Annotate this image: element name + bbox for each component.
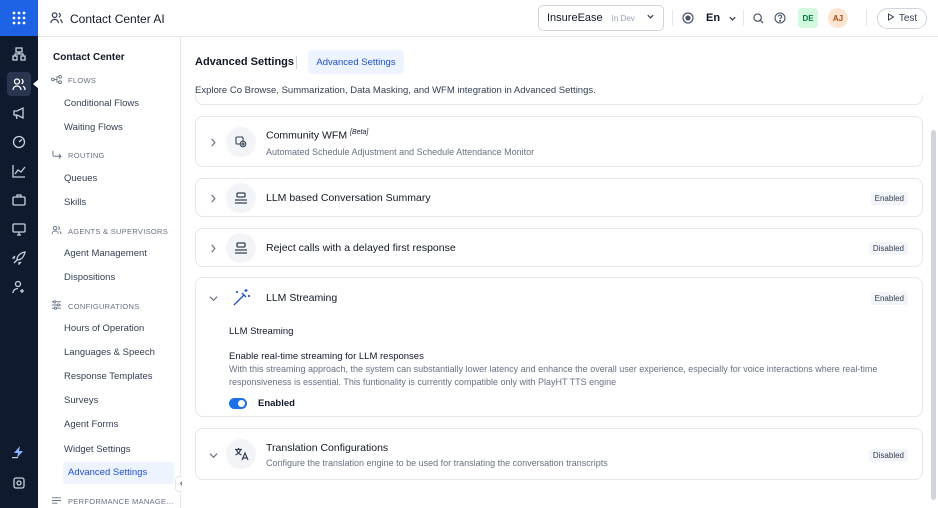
card-subtitle: Configure the translation engine to be u… [266,458,608,468]
analytics-icon[interactable] [9,161,29,181]
sidebar-item-waiting-flows[interactable]: Waiting Flows [64,122,123,133]
card-title: Reject calls with a delayed first respon… [266,242,456,254]
user-settings-icon[interactable] [9,277,29,297]
contact-center-icon [50,11,63,27]
card-translation-configurations[interactable]: Translation Configurations Configure the… [195,428,923,480]
card-llm-conversation-summary[interactable]: LLM based Conversation Summary Enabled [195,178,923,217]
card-above-scrolled [195,95,923,105]
search-icon[interactable] [751,11,765,25]
performance-icon [51,496,62,507]
section-flows: FLOWS [51,75,96,86]
contact-center-icon[interactable] [7,72,31,96]
briefcase-icon[interactable] [9,190,29,210]
streaming-toggle[interactable] [229,398,247,409]
org-chart-icon[interactable] [9,44,29,64]
help-icon[interactable] [773,11,787,25]
setting-title: Enable real-time streaming for LLM respo… [229,351,424,362]
card-title: LLM based Conversation Summary [266,192,431,204]
card-llm-streaming[interactable]: LLM Streaming Enabled LLM Streaming Enab… [195,277,923,417]
scrollbar[interactable] [931,130,936,500]
toggle-label: Enabled [258,398,295,409]
sidebar-item-advanced-settings[interactable]: Advanced Settings [63,462,174,484]
tab-advanced-settings[interactable]: Advanced Settings [308,50,404,74]
chevron-down-icon [646,12,655,24]
status-badge: Disabled [868,449,908,462]
status-badge: Enabled [870,292,908,305]
config-icon [51,300,62,312]
test-label: Test [898,13,918,24]
sidebar: Contact Center FLOWS Conditional Flows W… [38,37,181,508]
layers-icon [226,233,256,263]
gear-stack-icon [226,127,256,157]
card-title: Translation Configurations [266,442,389,454]
chevron-right-icon[interactable] [208,243,218,253]
chevron-down-icon[interactable] [725,11,739,25]
sidebar-title: Contact Center [53,52,125,63]
llm-streaming-details: LLM Streaming Enable real-time streaming… [229,326,919,409]
sidebar-item-languages-speech[interactable]: Languages & Speech [64,347,155,358]
chevron-down-icon[interactable] [208,293,218,303]
rocket-icon[interactable] [9,248,29,268]
routing-icon [51,150,62,161]
section-routing: ROUTING [51,150,105,161]
sidebar-item-response-templates[interactable]: Response Templates [64,371,153,382]
sidebar-item-conditional-flows[interactable]: Conditional Flows [64,98,139,109]
card-reject-delayed-calls[interactable]: Reject calls with a delayed first respon… [195,228,923,267]
avatar-aj[interactable]: AJ [828,8,848,28]
main-content: Advanced Settings Advanced Settings Expl… [182,37,938,508]
chevron-right-icon[interactable] [208,137,218,147]
language-selector[interactable]: En [706,12,720,24]
layers-icon [226,183,256,213]
flow-icon [51,75,62,86]
test-button[interactable]: Test [877,8,927,29]
lightning-icon[interactable] [9,442,29,462]
setting-description: With this streaming approach, the system… [229,364,878,387]
card-subtitle: Automated Schedule Adjustment and Schedu… [266,147,535,157]
translate-icon [226,439,256,469]
divider [296,56,297,69]
sidebar-item-widget-settings[interactable]: Widget Settings [64,444,131,455]
sidebar-item-agent-forms[interactable]: Agent Forms [64,419,118,430]
status-badge: Disabled [868,242,908,255]
play-icon [887,13,895,24]
card-community-wfm[interactable]: Community WFM [Beta] Automated Schedule … [195,116,923,167]
sidebar-item-agent-management[interactable]: Agent Management [64,248,147,259]
env-tag: In Dev [611,13,635,23]
apps-grid-icon[interactable] [0,0,38,36]
sidebar-item-hours-of-operation[interactable]: Hours of Operation [64,323,144,334]
app-title-text: Contact Center AI [70,12,165,26]
app-rail [0,0,39,508]
settings-chip-icon[interactable] [9,473,29,493]
chevron-right-icon[interactable] [208,193,218,203]
env-name: InsureEase [547,12,603,24]
avatar-de[interactable]: DE [798,8,818,28]
section-heading: LLM Streaming [229,326,294,337]
sidebar-item-queues[interactable]: Queues [64,173,97,184]
section-performance: PERFORMANCE MANAGE... [51,496,173,507]
divider [866,10,867,26]
card-title: LLM Streaming [266,292,338,304]
sidebar-item-dispositions[interactable]: Dispositions [64,272,115,283]
top-bar: Contact Center AI InsureEase In Dev En D… [38,0,938,37]
toggle-row: Enabled [229,398,919,409]
card-title: Community WFM [Beta] [266,129,369,142]
gauge-icon[interactable] [9,132,29,152]
environment-selector[interactable]: InsureEase In Dev [538,5,664,31]
app-title: Contact Center AI [50,11,165,27]
divider [743,10,744,26]
chevron-down-icon[interactable] [208,450,218,460]
agents-icon [51,225,62,237]
status-badge: Enabled [870,192,908,205]
section-agents: AGENTS & SUPERVISORS [51,225,168,237]
sidebar-item-surveys[interactable]: Surveys [64,395,98,406]
divider [672,10,673,26]
magic-wand-icon [226,283,256,313]
section-configurations: CONFIGURATIONS [51,300,140,312]
sidebar-item-skills[interactable]: Skills [64,197,86,208]
status-icon[interactable] [681,11,695,25]
monitor-icon[interactable] [9,219,29,239]
page-title: Advanced Settings [195,56,295,68]
megaphone-icon[interactable] [9,103,29,123]
